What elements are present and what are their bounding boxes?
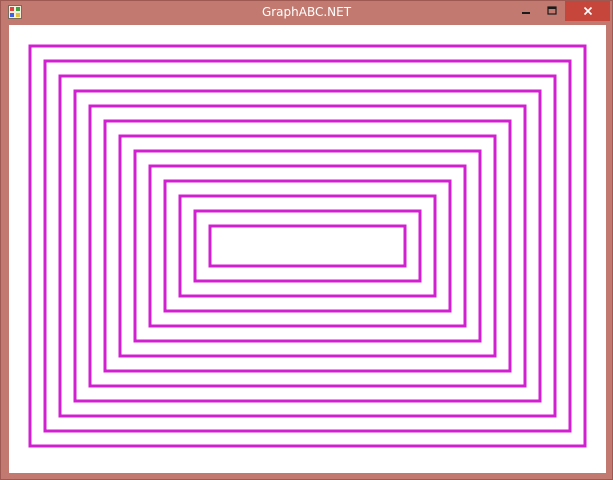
title-bar[interactable]: GraphABC.NET — [1, 1, 612, 24]
maximize-button[interactable] — [539, 1, 565, 21]
close-button[interactable] — [565, 1, 610, 21]
nested-rectangle — [208, 224, 407, 268]
nested-rectangle — [148, 164, 467, 328]
caption-buttons — [513, 1, 610, 21]
nested-rectangle — [43, 59, 572, 433]
nested-rectangle — [88, 104, 527, 388]
maximize-icon — [547, 6, 557, 15]
minimize-icon — [522, 12, 530, 14]
drawing-canvas — [28, 44, 587, 448]
nested-rectangle — [193, 209, 422, 283]
nested-rectangle — [163, 179, 452, 313]
graph-canvas-area[interactable] — [9, 25, 606, 473]
app-window: GraphABC.NET — [0, 0, 613, 480]
nested-rectangle — [118, 134, 497, 358]
close-icon — [583, 6, 592, 16]
minimize-button[interactable] — [513, 1, 539, 21]
